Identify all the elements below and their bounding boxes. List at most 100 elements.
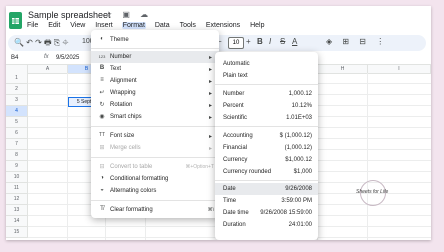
format-menu-item-alignment[interactable]: ≡ Alignment ▸ xyxy=(91,75,219,87)
sheets-logo-icon[interactable] xyxy=(9,12,22,29)
number-format-time[interactable]: Time 3:59:00 PM xyxy=(215,195,318,207)
submenu-item-example: 10.12% xyxy=(291,103,312,109)
number-format-plain-text[interactable]: Plain text xyxy=(215,70,318,82)
number-format-accounting[interactable]: Accounting $ (1,000.12) xyxy=(215,130,318,142)
format-menu-item-number[interactable]: 123 Number ▸ xyxy=(91,51,219,63)
number-format-number[interactable]: Number 1,000.12 xyxy=(215,88,318,100)
number-format-date[interactable]: Date 9/26/2008 xyxy=(215,183,318,195)
watermark-text: Sheets for Life xyxy=(356,189,389,195)
wrap-icon: ↵ xyxy=(99,90,105,96)
format-menu-item-theme[interactable]: ◐ Theme xyxy=(91,34,219,46)
text-color-button[interactable]: A xyxy=(292,37,297,46)
bold-button[interactable]: B xyxy=(257,37,263,46)
italic-button[interactable]: I xyxy=(269,37,271,46)
submenu-arrow-icon: ▸ xyxy=(208,67,212,73)
toolbar-more-icons[interactable]: ◈ ⊞ ⊟ ⋮ xyxy=(326,37,388,46)
menu-bar: File Edit View Insert Format Data Tools … xyxy=(26,22,272,29)
row-header[interactable]: 14 xyxy=(6,216,28,227)
table-icon: ⊟ xyxy=(99,164,105,170)
number-format-scientific[interactable]: Scientific 1.01E+03 xyxy=(215,112,318,124)
submenu-arrow-icon: ▸ xyxy=(208,79,212,85)
format-menu-item-convert-to-table[interactable]: ⊟ Convert to table ⌘+Option+T xyxy=(91,161,219,173)
format-menu-item-smart-chips[interactable]: ◉ Smart chips ▸ xyxy=(91,111,219,123)
submenu-item-example: 1,000.12 xyxy=(288,91,312,97)
column-header-a[interactable]: A xyxy=(28,65,68,73)
row-header[interactable]: 6 xyxy=(6,128,28,139)
menu-divider xyxy=(215,126,318,127)
submenu-arrow-icon: ▸ xyxy=(208,103,212,109)
menu-item-label: Clear formatting xyxy=(110,207,153,213)
formula-input[interactable]: 9/5/2025 xyxy=(56,55,79,61)
row-header-selected[interactable]: 4 xyxy=(6,106,28,117)
number-format-automatic[interactable]: Automatic xyxy=(215,58,318,70)
row-header[interactable]: 12 xyxy=(6,194,28,205)
submenu-arrow-icon: ▸ xyxy=(208,134,212,140)
cell-reference-box[interactable]: B4 xyxy=(11,55,18,61)
strikethrough-button[interactable]: S xyxy=(280,37,285,46)
row-header[interactable]: 5 xyxy=(6,117,28,128)
row-header[interactable]: 10 xyxy=(6,172,28,183)
menu-divider xyxy=(215,84,318,85)
submenu-item-example: 9/26/2008 xyxy=(285,186,312,192)
format-menu-item-rotation[interactable]: ↻ Rotation ▸ xyxy=(91,99,219,111)
submenu-item-label: Plain text xyxy=(223,73,248,79)
row-header[interactable]: 7 xyxy=(6,139,28,150)
title-actions-icons[interactable]: ☆ ▣ ☁ xyxy=(105,10,152,19)
format-menu-item-conditional-formatting[interactable]: ◑ Conditional formatting xyxy=(91,173,219,185)
number-format-currency-rounded[interactable]: Currency rounded $1,000 xyxy=(215,166,318,178)
select-all-corner[interactable] xyxy=(6,65,28,73)
row-header[interactable]: 3 xyxy=(6,95,28,106)
submenu-item-example: 24:01:00 xyxy=(288,222,312,228)
format-menu-item-font-size[interactable]: TT Font size ▸ xyxy=(91,130,219,142)
row-header[interactable]: 15 xyxy=(6,227,28,238)
menu-help[interactable]: Help xyxy=(249,22,265,29)
number-format-duration[interactable]: Duration 24:01:00 xyxy=(215,219,318,231)
number-format-date-time[interactable]: Date time 9/26/2008 15:59:00 xyxy=(215,207,318,219)
toolbar-left-icons[interactable]: 🔍 ↶ ↷ 🖶 ⎘ ⌖ xyxy=(14,37,68,51)
number-format-percent[interactable]: Percent 10.12% xyxy=(215,100,318,112)
menu-tools[interactable]: Tools xyxy=(179,22,197,29)
menu-item-label: Smart chips xyxy=(110,114,142,120)
column-header-i[interactable]: I xyxy=(368,65,431,73)
submenu-item-example: 9/26/2008 15:59:00 xyxy=(260,210,312,216)
menu-format[interactable]: Format xyxy=(121,22,146,29)
submenu-item-label: Percent xyxy=(223,103,244,109)
submenu-item-example: $1,000.12 xyxy=(285,157,312,163)
menu-view[interactable]: View xyxy=(69,22,86,29)
spreadsheet-window: Sample spreadsheet ☆ ▣ ☁ File Edit View … xyxy=(6,6,431,240)
submenu-arrow-icon: ▸ xyxy=(208,146,212,152)
font-size-increase-button[interactable]: + xyxy=(246,37,251,46)
column-header-h[interactable]: H xyxy=(318,65,368,73)
menu-divider xyxy=(91,157,219,158)
document-title[interactable]: Sample spreadsheet xyxy=(28,10,111,20)
format-menu-item-wrapping[interactable]: ↵ Wrapping ▸ xyxy=(91,87,219,99)
grid-line xyxy=(367,73,368,240)
bold-text-icon: B xyxy=(99,65,105,71)
font-size-input[interactable]: 10 xyxy=(228,37,244,49)
menu-edit[interactable]: Edit xyxy=(47,22,61,29)
menu-item-label: Rotation xyxy=(110,102,133,108)
row-header[interactable]: 2 xyxy=(6,84,28,95)
row-header[interactable]: 8 xyxy=(6,150,28,161)
menu-divider xyxy=(91,48,219,49)
row-header[interactable]: 13 xyxy=(6,205,28,216)
menu-item-label: Merge cells xyxy=(110,145,141,151)
menu-insert[interactable]: Insert xyxy=(94,22,114,29)
row-header[interactable]: 1 xyxy=(6,73,28,84)
menu-data[interactable]: Data xyxy=(154,22,171,29)
format-menu-item-clear-formatting[interactable]: T̸ Clear formatting ⌘\ xyxy=(91,204,219,216)
number-format-currency[interactable]: Currency $1,000.12 xyxy=(215,154,318,166)
clear-formatting-icon: T̸ xyxy=(100,206,104,212)
merge-cells-icon: ⊞ xyxy=(99,145,105,151)
format-menu-item-merge-cells[interactable]: ⊞ Merge cells ▸ xyxy=(91,142,219,154)
submenu-item-example: 1.01E+03 xyxy=(286,115,312,121)
row-header[interactable]: 11 xyxy=(6,183,28,194)
menu-extensions[interactable]: Extensions xyxy=(205,22,241,29)
menu-item-label: Conditional formatting xyxy=(110,176,169,182)
menu-file[interactable]: File xyxy=(26,22,39,29)
number-format-financial[interactable]: Financial (1,000.12) xyxy=(215,142,318,154)
format-menu-item-text[interactable]: B Text ▸ xyxy=(91,63,219,75)
menu-item-label: Font size xyxy=(110,133,135,139)
row-header[interactable]: 9 xyxy=(6,161,28,172)
format-menu-item-alternating-colors[interactable]: ◒ Alternating colors xyxy=(91,185,219,197)
